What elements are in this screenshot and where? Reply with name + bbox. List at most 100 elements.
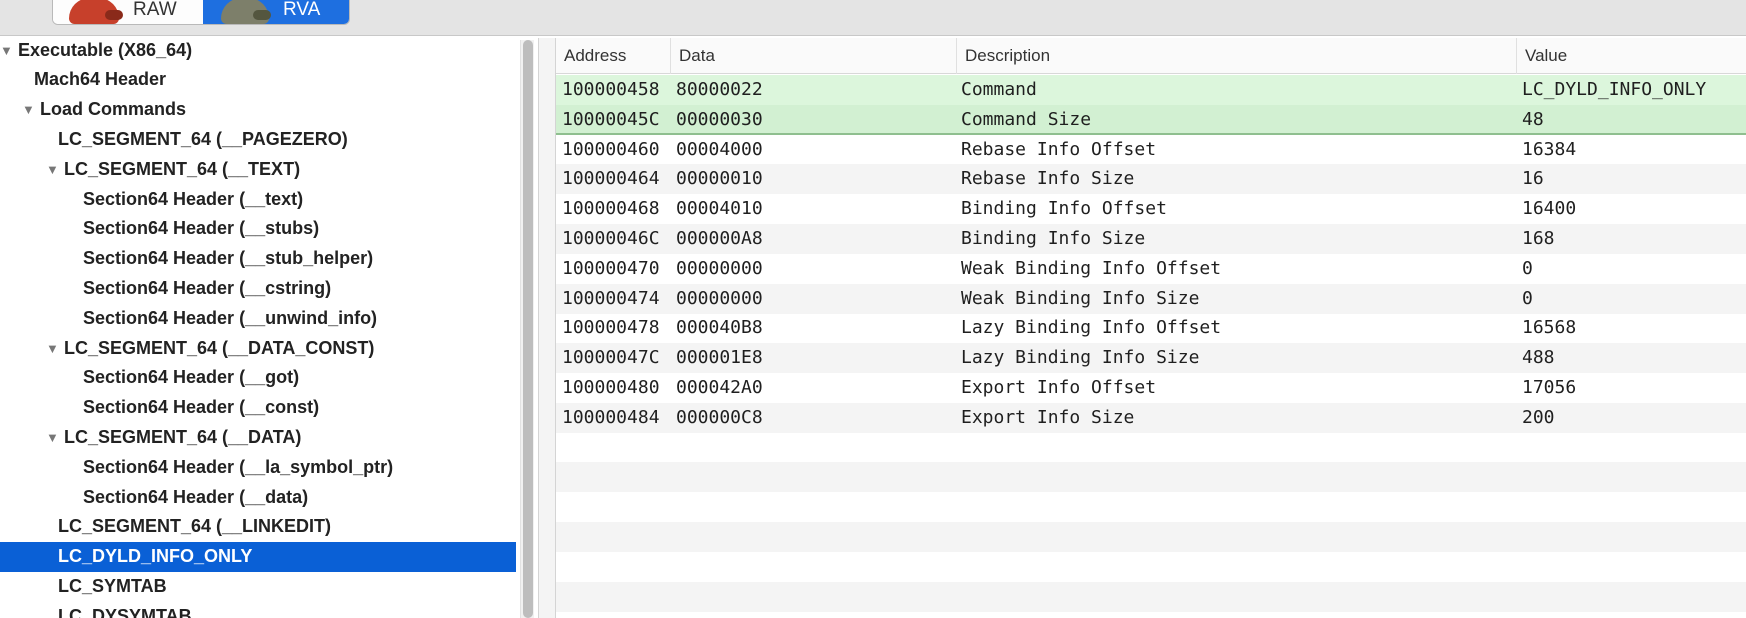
cell-address: 100000470 [562, 257, 660, 279]
table-row[interactable]: 100000484 000000C8 Export Info Size 200 [556, 402, 1746, 433]
tree-item[interactable]: LC_DYLD_INFO_ONLY [0, 541, 516, 572]
rva-mode-button[interactable]: RVA [203, 0, 349, 24]
table-row[interactable]: 100000464 00000010 Rebase Info Size 16 [556, 164, 1746, 195]
split-view-divider[interactable] [538, 38, 556, 618]
cell-description: Export Info Offset [961, 377, 1157, 398]
cell-data: 000001E8 [676, 347, 763, 369]
cell-address: 100000464 [562, 168, 660, 190]
cell-data: 00000030 [676, 108, 763, 130]
column-header-address[interactable]: Address [556, 38, 670, 74]
table-row[interactable]: 100000478 000040B8 Lazy Binding Info Offse… [556, 313, 1746, 343]
tree-item-label: Section64 Header (__got) [83, 367, 300, 388]
tree-item-label: LC_SEGMENT_64 (__LINKEDIT) [58, 516, 332, 537]
raw-mode-icon [67, 0, 125, 24]
cell-data: 00000000 [676, 257, 763, 279]
column-header-description[interactable]: Description [956, 38, 1516, 74]
column-header-data[interactable]: Data [670, 38, 956, 74]
cell-value: LC_DYLD_INFO_ONLY [1522, 79, 1707, 100]
empty-table-row [556, 433, 1746, 463]
cell-address: 10000046C [562, 228, 660, 249]
toolbar: RAW RVA [0, 0, 1746, 36]
table-header: Address Data Description Value [556, 38, 1746, 74]
tree-item-label: LC_SYMTAB [58, 575, 167, 596]
tree-item[interactable]: Section64 Header (__text) [0, 184, 516, 214]
table-row[interactable]: 100000460 00004000 Rebase Info Offset 16384 [556, 135, 1746, 165]
tree-item[interactable]: LC_SYMTAB [0, 571, 516, 601]
cell-description: Lazy Binding Info Offset [961, 317, 1222, 339]
tree-scrollbar[interactable] [520, 40, 534, 618]
tree-item[interactable]: Section64 Header (__const) [0, 393, 516, 423]
rva-mode-icon [217, 0, 275, 24]
tree-item[interactable]: Section64 Header (__la_symbol_ptr) [0, 452, 516, 482]
disclosure-triangle-icon[interactable]: ▼ [46, 430, 60, 445]
empty-table-row [556, 581, 1746, 612]
cell-description: Binding Info Size [961, 228, 1146, 249]
tree-item[interactable]: ▼ Executable (X86_64) [0, 38, 516, 65]
cell-data: 00004000 [676, 138, 763, 160]
tree-item[interactable]: LC_SEGMENT_64 (__LINKEDIT) [0, 512, 516, 542]
cell-description: Lazy Binding Info Size [961, 347, 1200, 369]
cell-value: 16568 [1522, 317, 1577, 339]
table-row[interactable]: 100000468 00004010 Binding Info Offset 1640… [556, 194, 1746, 224]
cell-address: 100000468 [562, 198, 660, 220]
cell-data: 00004010 [676, 198, 763, 220]
disclosure-triangle-icon[interactable]: ▼ [46, 341, 60, 356]
tree-item[interactable]: Section64 Header (__cstring) [0, 273, 516, 303]
cell-description: Rebase Info Offset [961, 138, 1157, 160]
raw-mode-button[interactable]: RAW [53, 0, 203, 24]
cell-address: 100000478 [562, 317, 660, 339]
tree-item[interactable]: Section64 Header (__data) [0, 482, 516, 512]
cell-value: 16384 [1522, 138, 1577, 160]
column-header-value[interactable]: Value [1516, 38, 1746, 74]
cell-data: 00000010 [676, 168, 763, 190]
tree-item[interactable]: Section64 Header (__unwind_info) [0, 303, 516, 333]
tree-item-label: LC_DYSYMTAB [58, 605, 192, 618]
empty-table-row [556, 462, 1746, 493]
tree-item[interactable]: LC_DYSYMTAB [0, 601, 516, 618]
tree-item[interactable]: ▼ LC_SEGMENT_64 (__TEXT) [0, 154, 516, 184]
tree-item[interactable]: LC_SEGMENT_64 (__PAGEZERO) [0, 124, 516, 154]
detail-table: Address Data Description Value 100000458 800… [556, 38, 1746, 618]
disclosure-triangle-icon[interactable]: ▼ [22, 102, 36, 117]
tree-item-label: Section64 Header (__const) [83, 397, 320, 418]
table-row[interactable]: 100000480 000042A0 Export Info Offset 17056 [556, 373, 1746, 403]
tree-item-label: Section64 Header (__data) [83, 486, 309, 507]
tree-item-label: Section64 Header (__cstring) [83, 277, 332, 298]
table-row[interactable]: 100000458 80000022 Command LC_DYLD_INFO_ONL… [556, 75, 1746, 105]
cell-description: Command Size [961, 108, 1092, 130]
rva-mode-label: RVA [283, 0, 321, 20]
cell-description: Binding Info Offset [961, 198, 1167, 220]
empty-table-row [556, 522, 1746, 552]
cell-address: 100000458 [562, 79, 660, 100]
cell-value: 16 [1522, 168, 1544, 190]
table-row[interactable]: 100000470 00000000 Weak Binding Info Offse… [556, 254, 1746, 284]
cell-value: 16400 [1522, 198, 1577, 220]
empty-table-row [556, 552, 1746, 582]
view-mode-segmented-control[interactable]: RAW RVA [52, 0, 350, 25]
tree-item[interactable]: Mach64 Header [0, 65, 516, 95]
cell-data: 000000A8 [676, 228, 763, 249]
cell-value: 0 [1522, 257, 1533, 279]
tree-item[interactable]: ▼ LC_SEGMENT_64 (__DATA) [0, 422, 516, 452]
structure-tree[interactable]: ▼ Executable (X86_64) Mach64 Header ▼ Load C… [0, 38, 516, 618]
tree-item[interactable]: Section64 Header (__got) [0, 363, 516, 393]
table-row[interactable]: 10000046C 000000A8 Binding Info Size 168 [556, 224, 1746, 254]
table-row[interactable]: 10000047C 000001E8 Lazy Binding Info Size 4… [556, 343, 1746, 374]
tree-item-label: Executable (X86_64) [18, 39, 193, 60]
tree-scrollbar-thumb[interactable] [523, 40, 533, 618]
tree-item[interactable]: ▼ LC_SEGMENT_64 (__DATA_CONST) [0, 333, 516, 363]
disclosure-triangle-icon[interactable]: ▼ [0, 43, 14, 58]
table-row[interactable]: 10000045C 00000030 Command Size 48 [556, 104, 1746, 135]
table-row[interactable]: 100000474 00000000 Weak Binding Info Size 0 [556, 283, 1746, 314]
tree-item-label: Mach64 Header [34, 69, 167, 90]
cell-address: 100000474 [562, 287, 660, 309]
cell-description: Weak Binding Info Size [961, 287, 1200, 309]
cell-data: 000040B8 [676, 317, 763, 339]
tree-item[interactable]: Section64 Header (__stubs) [0, 214, 516, 244]
tree-item[interactable]: Section64 Header (__stub_helper) [0, 244, 516, 274]
tree-item-label: LC_SEGMENT_64 (__DATA) [64, 426, 302, 447]
tree-item-label: LC_SEGMENT_64 (__PAGEZERO) [58, 128, 348, 149]
tree-item[interactable]: ▼ Load Commands [0, 95, 516, 125]
tree-item-label: Section64 Header (__stub_helper) [83, 248, 374, 269]
disclosure-triangle-icon[interactable]: ▼ [46, 162, 60, 177]
